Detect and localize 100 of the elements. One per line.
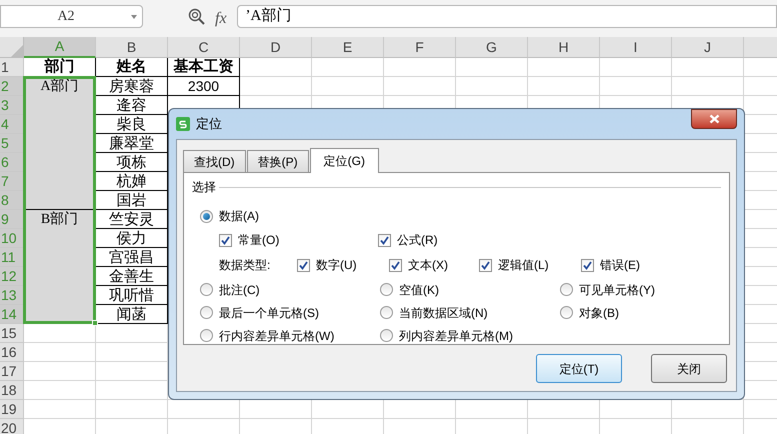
option-label: 列内容差异单元格(M) [399, 328, 513, 344]
column-header[interactable]: C [168, 37, 240, 58]
select-all-corner[interactable] [0, 37, 24, 58]
grid-cell[interactable] [24, 362, 96, 381]
column-header[interactable]: G [456, 37, 528, 58]
option-label: 文本(X) [408, 257, 448, 274]
grid-cell[interactable] [456, 400, 528, 419]
dialog-button[interactable]: 关闭 [651, 354, 727, 383]
row-header[interactable]: 15 [0, 324, 24, 343]
grid-cell[interactable] [456, 58, 528, 77]
caret-icon [131, 14, 137, 18]
grid-cell[interactable] [168, 400, 240, 419]
radio-button[interactable] [380, 306, 393, 319]
column-header[interactable]: D [240, 37, 312, 58]
app-icon [176, 117, 190, 131]
option-label: 常量(O) [238, 232, 280, 249]
grid-cell[interactable] [600, 77, 672, 96]
radio-button[interactable] [380, 283, 393, 296]
table-cell: B部门 [24, 210, 96, 324]
data-type-label: 数据类型: [219, 257, 272, 274]
option-label: 错误(E) [600, 257, 640, 274]
radio-button[interactable] [200, 329, 213, 342]
column-header[interactable]: H [528, 37, 600, 58]
grid-cell[interactable] [96, 381, 168, 400]
grid-cell[interactable] [240, 58, 312, 77]
option-label: 批注(C) [219, 282, 260, 298]
option-label: 数字(U) [316, 257, 357, 274]
table-cell: 房寒蓉 [96, 77, 168, 96]
row-header[interactable]: 17 [0, 362, 24, 381]
grid-cell[interactable] [600, 400, 672, 419]
zoom-icon[interactable] [188, 8, 206, 26]
option-label: 逻辑值(L) [498, 257, 549, 274]
checkbox[interactable] [378, 234, 391, 246]
dialog-title: 定位 [196, 115, 222, 134]
grid-cell[interactable] [96, 362, 168, 381]
dialog-tab[interactable]: 定位(G) [310, 148, 379, 173]
checkbox[interactable] [479, 258, 492, 272]
grid-cell[interactable] [528, 400, 600, 419]
grid-cell[interactable] [600, 58, 672, 77]
name-box[interactable]: A2 [0, 5, 143, 28]
checkbox[interactable] [219, 234, 232, 246]
grid-cell[interactable] [672, 58, 744, 77]
option-label: 公式(R) [397, 232, 438, 249]
table-cell: 部门 [24, 58, 96, 77]
checkbox[interactable] [297, 258, 310, 272]
grid-cell[interactable] [24, 324, 96, 343]
option-label: 可见单元格(Y) [579, 282, 655, 298]
formula-field[interactable]: ’A部门 [236, 5, 777, 28]
close-icon [708, 114, 720, 124]
close-button[interactable] [691, 109, 737, 129]
table-cell: 姓名 [96, 58, 168, 77]
checkbox[interactable] [581, 258, 594, 272]
radio-button[interactable] [200, 306, 213, 319]
row-header[interactable]: 18 [0, 381, 24, 400]
grid-cell[interactable] [672, 77, 744, 96]
option-label: 最后一个单元格(S) [219, 304, 319, 322]
grid-cell[interactable] [96, 343, 168, 362]
grid-cell[interactable] [456, 77, 528, 96]
dialog-button[interactable]: 定位(T) [536, 354, 622, 383]
grid-cell[interactable] [240, 77, 312, 96]
dialog-tab[interactable]: 查找(D) [183, 150, 246, 172]
radio-button[interactable] [380, 329, 393, 342]
table-cell: A部门 [24, 77, 96, 210]
row-header[interactable]: 19 [0, 400, 24, 419]
column-header[interactable]: E [312, 37, 384, 58]
checkbox[interactable] [389, 258, 402, 272]
row-header[interactable]: 16 [0, 343, 24, 362]
grid-cell[interactable] [24, 343, 96, 362]
radio-button[interactable] [200, 210, 213, 222]
grid-cell[interactable] [24, 381, 96, 400]
option-label: 当前数据区域(N) [399, 304, 488, 322]
option-label: 行内容差异单元格(W) [219, 328, 334, 344]
dialog-tab[interactable]: 替换(P) [246, 150, 309, 172]
grid-cell[interactable] [96, 324, 168, 343]
table-cell: 逄容 [96, 96, 168, 115]
grid-cell[interactable] [96, 400, 168, 419]
row-header[interactable]: 20 [0, 419, 24, 434]
column-header[interactable]: I [600, 37, 672, 58]
grid-cell[interactable] [312, 58, 384, 77]
radio-button[interactable] [560, 306, 573, 319]
grid-cell[interactable] [384, 400, 456, 419]
column-header[interactable]: J [672, 37, 744, 58]
radio-button[interactable] [560, 283, 573, 296]
grid-cell[interactable] [528, 58, 600, 77]
column-header[interactable]: B [96, 37, 168, 58]
grid-cell[interactable] [672, 400, 744, 419]
column-header[interactable]: F [384, 37, 456, 58]
fx-icon[interactable]: fx [215, 7, 227, 31]
grid-cell[interactable] [240, 400, 312, 419]
grid-cell[interactable] [384, 58, 456, 77]
option-label: 对象(B) [579, 304, 619, 322]
grid-cell[interactable] [384, 77, 456, 96]
radio-button[interactable] [200, 283, 213, 296]
option-label: 数据(A) [219, 208, 259, 225]
grid-cell[interactable] [24, 400, 96, 419]
grid-cell[interactable] [312, 400, 384, 419]
grid-cell[interactable] [312, 77, 384, 96]
grid-cell[interactable] [528, 77, 600, 96]
corner-triangle-icon [11, 45, 23, 57]
row-header[interactable]: 1 [0, 58, 24, 77]
